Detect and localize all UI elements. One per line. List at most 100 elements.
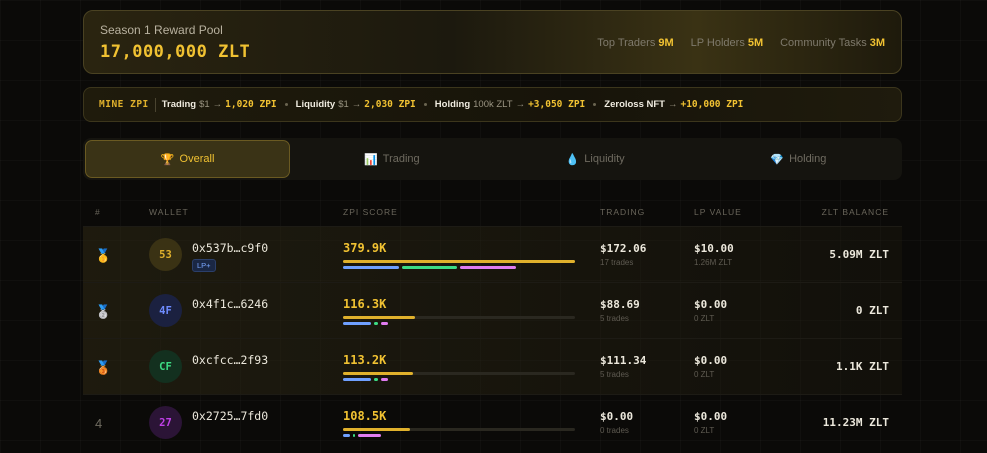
breakdown-bar <box>343 266 399 269</box>
breakdown-bar <box>352 434 356 437</box>
tab-label: Trading <box>382 153 420 165</box>
pool-stats: Top Traders 9M LP Holders 5M Community Tas… <box>597 37 885 49</box>
breakdown-bar <box>343 434 350 437</box>
wallet-address[interactable]: 0x537b…c9f0 <box>192 241 268 255</box>
avatar: CF <box>149 350 182 383</box>
reward-pool-card: Season 1 Reward Pool 17,000,000 ZLT Top … <box>83 10 902 74</box>
mine-item-output: +3,050 ZPI <box>528 99 586 110</box>
mine-item-name: Trading <box>161 99 197 110</box>
table-row[interactable]: 4 27 0x2725…7fd0 108.5K $0.00 0 trades $0.00 0 … <box>83 394 902 450</box>
trophy-icon: 🏆 <box>160 153 175 166</box>
pool-stat-lp-holders: LP Holders 5M <box>691 37 764 49</box>
mine-item-input: $1 <box>199 99 210 110</box>
lp-badge: LP+ <box>192 259 216 272</box>
wallet-address[interactable]: 0x2725…7fd0 <box>192 409 268 423</box>
header-lp-value[interactable]: LP VALUE <box>694 207 742 217</box>
score-bar-track <box>343 372 575 375</box>
header-trading[interactable]: TRADING <box>600 207 645 217</box>
score-bar-fill <box>343 372 413 375</box>
stat-label: Top Traders <box>597 37 656 49</box>
table-row[interactable]: 🥈 4F 0x4f1c…6246 116.3K $88.69 5 trades $0.00 0… <box>83 282 902 338</box>
header-zpi-score[interactable]: ZPI SCORE <box>343 207 398 217</box>
lp-value: $0.00 <box>694 298 728 311</box>
leaderboard-table: # WALLET ZPI SCORE TRADING LP VALUE ZLT … <box>83 200 902 450</box>
mine-title: MINE ZPI <box>99 99 149 110</box>
gold-medal-icon: 🥇 <box>95 248 112 263</box>
table-row[interactable]: 🥉 CF 0xcfcc…2f93 113.2K $111.34 5 trades $0.00… <box>83 338 902 394</box>
mine-item-input: $1 <box>338 99 349 110</box>
trading-value: $172.06 <box>600 242 647 255</box>
avatar: 53 <box>149 238 182 271</box>
zpi-score: 108.5K <box>343 409 387 423</box>
stat-value: 9M <box>658 37 674 49</box>
lp-zlt: 0 ZLT <box>694 370 715 379</box>
zlt-balance: 1.1K ZLT <box>836 360 889 373</box>
breakdown-bar <box>343 378 371 381</box>
table-row[interactable]: 🥇 53 0x537b…c9f0 LP+ 379.9K $172.06 17 trades $… <box>83 226 902 282</box>
mine-item-liquidity: Liquidity $1 → 2,030 ZPI <box>296 99 416 110</box>
lp-value: $0.00 <box>694 354 728 367</box>
breakdown-bar <box>381 322 389 325</box>
pool-label: Season 1 Reward Pool <box>100 23 223 37</box>
tab-label: Liquidity <box>584 153 625 165</box>
leaderboard-tabs: 🏆 Overall 📊 Trading 💧 Liquidity 💎 Holdin… <box>83 138 902 180</box>
mine-item-name: Holding <box>434 99 471 110</box>
separator-dot <box>593 103 597 106</box>
lp-value: $0.00 <box>694 410 728 423</box>
lp-zlt: 1.26M ZLT <box>694 258 733 267</box>
score-bar-track <box>343 316 575 319</box>
score-bar-fill <box>343 260 575 263</box>
tab-label: Overall <box>179 153 215 165</box>
mine-item-name: Liquidity <box>295 99 336 110</box>
breakdown-bar <box>381 378 389 381</box>
breakdown-bar <box>373 378 379 381</box>
rank-number: 4 <box>95 416 103 431</box>
score-bar-fill <box>343 316 415 319</box>
separator-dot <box>284 103 288 106</box>
header-zlt-balance[interactable]: ZLT BALANCE <box>822 207 889 217</box>
mine-item-output: 2,030 ZPI <box>364 99 416 110</box>
breakdown-bar <box>460 266 517 269</box>
breakdown-bar <box>358 434 382 437</box>
lp-zlt: 0 ZLT <box>694 426 715 435</box>
breakdown-bar <box>343 322 371 325</box>
mine-item-output: 1,020 ZPI <box>225 99 277 110</box>
mine-item-input: 100k ZLT <box>473 99 513 110</box>
zpi-score: 113.2K <box>343 353 387 367</box>
header-rank: # <box>95 207 101 217</box>
zlt-balance: 11.23M ZLT <box>822 416 889 429</box>
breakdown-bar <box>401 266 458 269</box>
avatar: 4F <box>149 294 182 327</box>
score-bar-track <box>343 428 575 431</box>
zlt-balance: 0 ZLT <box>855 304 889 317</box>
bar-chart-icon: 📊 <box>364 153 378 166</box>
arrow-right-icon: → <box>212 99 223 110</box>
tab-trading[interactable]: 📊 Trading <box>290 140 493 178</box>
trading-value: $111.34 <box>600 354 647 367</box>
pool-stat-top-traders: Top Traders 9M <box>597 37 673 49</box>
avatar: 27 <box>149 406 182 439</box>
table-header: # WALLET ZPI SCORE TRADING LP VALUE ZLT … <box>83 200 902 226</box>
tab-holding[interactable]: 💎 Holding <box>697 140 900 178</box>
stat-label: Community Tasks <box>780 37 867 49</box>
mine-zpi-banner: MINE ZPI Trading $1 → 1,020 ZPI Liquidit… <box>83 87 902 122</box>
stat-label: LP Holders <box>690 37 745 49</box>
stat-value: 5M <box>747 37 764 49</box>
zlt-balance: 5.09M ZLT <box>829 248 889 261</box>
mine-item-holding: Holding 100k ZLT → +3,050 ZPI <box>435 99 586 110</box>
trade-count: 5 trades <box>600 314 629 323</box>
droplet-icon: 💧 <box>565 153 580 166</box>
stat-value: 3M <box>869 37 885 49</box>
wallet-address[interactable]: 0xcfcc…2f93 <box>192 353 268 367</box>
tab-liquidity[interactable]: 💧 Liquidity <box>494 140 697 178</box>
breakdown-bar <box>373 322 379 325</box>
wallet-address[interactable]: 0x4f1c…6246 <box>192 297 268 311</box>
header-wallet[interactable]: WALLET <box>149 207 189 217</box>
trading-value: $0.00 <box>600 410 634 423</box>
tab-label: Holding <box>789 153 827 165</box>
tab-overall[interactable]: 🏆 Overall <box>85 140 291 178</box>
mine-item-nft: Zeroloss NFT → +10,000 ZPI <box>604 99 743 110</box>
score-bar-track <box>343 260 575 263</box>
gem-icon: 💎 <box>770 153 785 166</box>
trade-count: 17 trades <box>600 258 634 267</box>
